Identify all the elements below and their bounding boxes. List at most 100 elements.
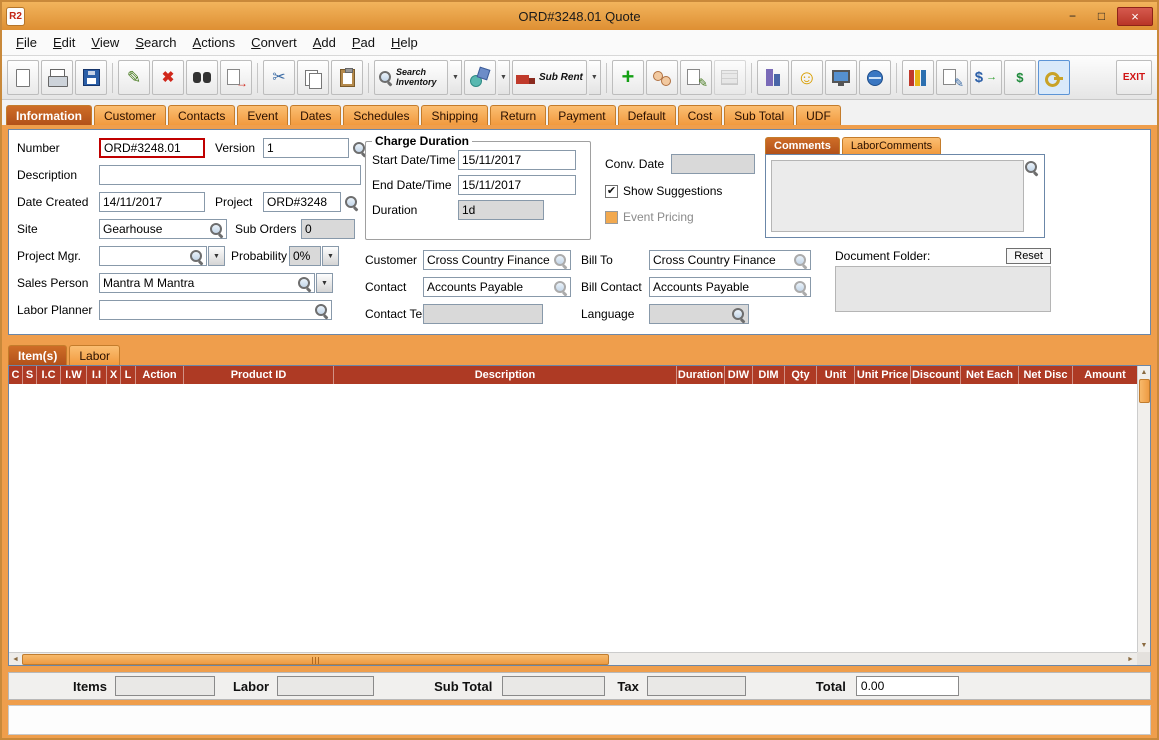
export-button[interactable]: →	[220, 60, 252, 95]
feedback-button[interactable]: ☺	[791, 60, 823, 95]
duration-input[interactable]	[458, 200, 544, 220]
tab-labor[interactable]: Labor	[69, 345, 120, 365]
tab-items[interactable]: Item(s)	[8, 345, 67, 365]
sub-rent-button[interactable]: Sub Rent	[512, 60, 587, 95]
menu-search[interactable]: Search	[127, 32, 184, 53]
tab-event[interactable]: Event	[237, 105, 288, 125]
tab-cost[interactable]: Cost	[678, 105, 723, 125]
save-button[interactable]	[75, 60, 107, 95]
project-mgr-input[interactable]	[102, 249, 189, 263]
contact-tel-input[interactable]	[423, 304, 543, 324]
labor-planner-input[interactable]	[102, 303, 314, 317]
tab-comments[interactable]: Comments	[765, 137, 840, 154]
tab-payment[interactable]: Payment	[548, 105, 615, 125]
delete-button[interactable]: ✖	[152, 60, 184, 95]
minimize-button[interactable]: −	[1059, 7, 1086, 26]
customer-input[interactable]	[426, 253, 553, 267]
description-input[interactable]	[99, 165, 361, 185]
vertical-scroll-thumb[interactable]	[1139, 379, 1150, 403]
new-document-button[interactable]	[7, 60, 39, 95]
end-date-input[interactable]	[458, 175, 576, 195]
contact-field[interactable]	[423, 277, 571, 297]
sales-person-field[interactable]	[99, 273, 315, 293]
close-button[interactable]: ×	[1117, 7, 1153, 26]
event-pricing-checkbox[interactable]	[605, 211, 618, 224]
items-table-body[interactable]	[9, 384, 1137, 665]
edit-document-button[interactable]: ✎	[936, 60, 968, 95]
menu-pad[interactable]: Pad	[344, 32, 383, 53]
sales-person-dropdown[interactable]: ▼	[316, 273, 333, 293]
project-mgr-lookup-icon[interactable]	[189, 249, 204, 264]
tab-dates[interactable]: Dates	[290, 105, 341, 125]
language-field[interactable]	[649, 304, 749, 324]
reset-button[interactable]: Reset	[1006, 248, 1051, 264]
scroll-right-icon[interactable]: ►	[1124, 656, 1137, 663]
customer-field[interactable]	[423, 250, 571, 270]
search-inventory-dropdown[interactable]: ▼	[450, 60, 462, 95]
print-button[interactable]	[41, 60, 73, 95]
project-mgr-field[interactable]	[99, 246, 207, 266]
date-created-input[interactable]	[99, 192, 205, 212]
site-button[interactable]	[757, 60, 789, 95]
tab-sub-total[interactable]: Sub Total	[724, 105, 794, 125]
web-button[interactable]	[859, 60, 891, 95]
menu-edit[interactable]: Edit	[45, 32, 83, 53]
version-input[interactable]	[263, 138, 349, 158]
menu-convert[interactable]: Convert	[243, 32, 305, 53]
currency-convert-button[interactable]: $→	[970, 60, 1002, 95]
vertical-scrollbar[interactable]: ▲ ▼	[1137, 366, 1150, 652]
edit-button[interactable]: ✎	[118, 60, 150, 95]
reports-button[interactable]	[902, 60, 934, 95]
sales-person-lookup-icon[interactable]	[297, 276, 312, 291]
menu-view[interactable]: View	[83, 32, 127, 53]
tab-shipping[interactable]: Shipping	[421, 105, 488, 125]
site-field[interactable]	[99, 219, 227, 239]
sales-person-input[interactable]	[102, 276, 297, 290]
tab-customer[interactable]: Customer	[94, 105, 166, 125]
tab-schedules[interactable]: Schedules	[343, 105, 419, 125]
project-mgr-dropdown[interactable]: ▼	[208, 246, 225, 266]
site-input[interactable]	[102, 222, 209, 236]
menu-help[interactable]: Help	[383, 32, 426, 53]
add-item-button[interactable]: +	[612, 60, 644, 95]
menu-add[interactable]: Add	[305, 32, 344, 53]
start-date-input[interactable]	[458, 150, 576, 170]
labor-planner-field[interactable]	[99, 300, 332, 320]
cut-button[interactable]: ✂	[263, 60, 295, 95]
maximize-button[interactable]: □	[1088, 7, 1115, 26]
comments-lookup-icon[interactable]	[1024, 160, 1039, 175]
tab-udf[interactable]: UDF	[796, 105, 841, 125]
copy-button[interactable]	[297, 60, 329, 95]
money-button[interactable]: $	[1004, 60, 1036, 95]
shapes-button[interactable]	[464, 60, 496, 95]
language-lookup-icon[interactable]	[731, 307, 746, 322]
menu-actions[interactable]: Actions	[185, 32, 244, 53]
show-suggestions-checkbox[interactable]: ✔	[605, 185, 618, 198]
customer-lookup-icon[interactable]	[553, 253, 568, 268]
site-lookup-icon[interactable]	[209, 222, 224, 237]
probability-dropdown[interactable]: ▼	[322, 246, 339, 266]
comments-textarea[interactable]	[771, 160, 1024, 232]
language-input[interactable]	[652, 307, 731, 321]
tab-default[interactable]: Default	[618, 105, 676, 125]
number-input[interactable]	[99, 138, 205, 158]
exit-button[interactable]: EXIT	[1116, 60, 1152, 95]
tab-return[interactable]: Return	[490, 105, 546, 125]
monitor-button[interactable]	[825, 60, 857, 95]
project-lookup-icon[interactable]	[344, 195, 359, 210]
tools-button[interactable]	[1038, 60, 1070, 95]
sub-rent-dropdown[interactable]: ▼	[589, 60, 601, 95]
project-input[interactable]	[263, 192, 341, 212]
horizontal-scrollbar[interactable]: ◄ ►	[9, 652, 1137, 665]
paste-button[interactable]	[331, 60, 363, 95]
search-inventory-button[interactable]: Search Inventory	[374, 60, 448, 95]
shapes-dropdown[interactable]: ▼	[498, 60, 510, 95]
document-folder-area[interactable]	[835, 266, 1051, 312]
menu-file[interactable]: File	[8, 32, 45, 53]
horizontal-scroll-thumb[interactable]	[22, 654, 609, 665]
contact-lookup-icon[interactable]	[553, 280, 568, 295]
contacts-button[interactable]	[646, 60, 678, 95]
tab-labor-comments[interactable]: LaborComments	[842, 137, 941, 154]
tab-contacts[interactable]: Contacts	[168, 105, 235, 125]
scroll-left-icon[interactable]: ◄	[9, 656, 22, 663]
